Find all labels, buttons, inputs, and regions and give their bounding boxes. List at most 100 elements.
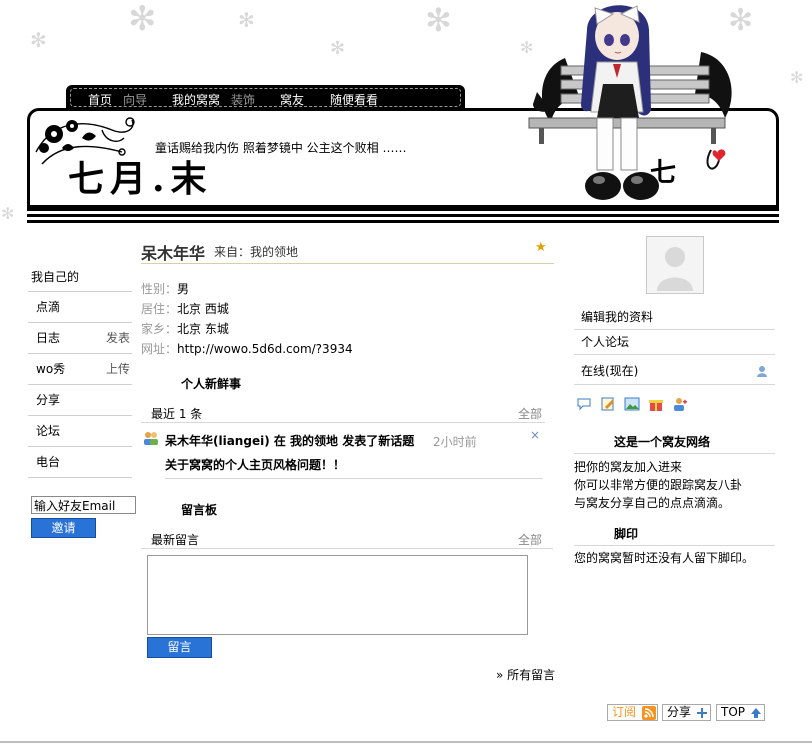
sidebar-item-label: 点滴	[36, 300, 61, 314]
sidebar-item-label: 日志	[36, 331, 61, 345]
nav-browse[interactable]: 随便看看	[330, 91, 378, 108]
subscribe-button[interactable]: 订阅	[607, 704, 658, 721]
back-to-top-button[interactable]: TOP	[716, 704, 765, 721]
plus-icon	[697, 708, 707, 718]
profile-residence-row: 居住：北京 西城	[141, 300, 229, 317]
profile-name: 呆木年华	[141, 244, 206, 263]
sidebar-item-label: 论坛	[36, 424, 61, 438]
nav-my-nest[interactable]: 我的窝窝	[172, 91, 220, 108]
feed-all-link[interactable]: 全部	[518, 405, 542, 422]
snowflake-icon: ✻	[425, 1, 452, 39]
profile-website-link[interactable]: http://wowo.5d6d.com/?3934	[177, 342, 353, 356]
comment-icon[interactable]	[576, 396, 592, 412]
subscribe-label: 订阅	[612, 705, 637, 719]
avatar[interactable]	[646, 236, 704, 294]
sidebar-item-blog[interactable]: 日志 发表	[28, 323, 132, 354]
info-value: 北京 东城	[177, 322, 229, 336]
sidebar-item-diandi[interactable]: 点滴	[28, 292, 132, 323]
edit-note-icon[interactable]	[600, 396, 616, 412]
share-button[interactable]: 分享	[662, 704, 711, 721]
info-label: 性别：	[141, 282, 178, 296]
snowflake-icon: ✻	[330, 38, 346, 59]
sidebar-title: 我自己的	[28, 262, 132, 292]
profile-website-row: 网址：http://wowo.5d6d.com/?3934	[141, 340, 353, 357]
banner-tag-letter: 七	[650, 158, 677, 188]
site-title: 七月.末	[68, 158, 213, 200]
online-status: 在线(现在)	[574, 358, 775, 385]
footprint-title: 脚印	[614, 527, 639, 541]
divider	[141, 263, 554, 264]
feed-item-text[interactable]: 呆木年华(liangei) 在 我的领地 发表了新话题	[165, 432, 414, 449]
profile-source[interactable]: 来自：我的领地	[214, 243, 298, 260]
nav-decorate[interactable]: 装饰	[231, 91, 255, 108]
top-label: TOP	[721, 705, 746, 719]
user-online-icon	[757, 366, 767, 377]
snowflake-icon: ✻	[128, 0, 157, 39]
arrow-up-icon	[751, 708, 761, 718]
invite-email-input[interactable]	[31, 496, 136, 514]
all-messages-link[interactable]: » 所有留言	[496, 666, 555, 683]
default-avatar-icon	[657, 247, 693, 291]
sidebar-item-radio[interactable]: 电台	[28, 447, 132, 478]
personal-forum-link[interactable]: 个人论坛	[574, 330, 775, 355]
photo-icon[interactable]	[624, 396, 640, 412]
user-add-icon[interactable]	[672, 396, 688, 412]
rss-icon	[642, 706, 656, 720]
sidebar: 我自己的 点滴 日志 发表 wo秀 上传 分享 论坛 电台	[28, 262, 132, 478]
guestbook-latest: 最新留言	[151, 533, 200, 547]
info-label: 居住：	[141, 302, 178, 316]
snowflake-icon: ✻	[790, 68, 804, 87]
top-nav: 首页 向导 我的窝窝 装饰 窝友 随便看看	[66, 85, 465, 110]
page-bottom-border	[0, 741, 812, 743]
info-label: 网址：	[141, 342, 178, 356]
feed-item-time: 2小时前	[433, 435, 477, 449]
snowflake-icon: ✻	[30, 28, 47, 52]
message-submit-button[interactable]: 留言	[147, 637, 212, 658]
divider	[574, 545, 775, 546]
header: ✻ ✻ ✻ ✻ ✻ ✻ ✻ ✻ ✻ 首页 向导 我的窝窝 装饰 窝友 随便看看	[0, 0, 812, 228]
blog-post-link[interactable]: 发表	[106, 323, 130, 353]
gift-icon[interactable]	[648, 396, 664, 412]
profile-hometown-row: 家乡：北京 东城	[141, 320, 229, 337]
share-label: 分享	[667, 705, 692, 719]
nav-friends[interactable]: 窝友	[280, 91, 304, 108]
divider	[141, 422, 545, 423]
sidebar-item-label: 分享	[36, 393, 61, 407]
feed-section-title: 个人新鲜事	[181, 377, 242, 391]
banner-stripe	[27, 214, 779, 217]
nav-home[interactable]: 首页	[88, 91, 112, 108]
quick-action-icons	[576, 396, 696, 416]
sidebar-item-woshow[interactable]: wo秀 上传	[28, 354, 132, 385]
sidebar-item-label: wo秀	[36, 362, 66, 376]
star-icon[interactable]: ★	[535, 240, 547, 255]
edit-profile-link[interactable]: 编辑我的资料	[574, 305, 775, 330]
sidebar-item-label: 电台	[36, 455, 61, 469]
nav-guide[interactable]: 向导	[123, 91, 147, 108]
feed-recent-count: 最近 1 条	[151, 407, 203, 421]
feed-item-topic[interactable]: 关于窝窝的个人主页风格问题！！	[165, 456, 345, 473]
info-value: 北京 西城	[177, 302, 229, 316]
users-icon	[144, 432, 158, 445]
info-value: 男	[177, 282, 190, 296]
info-label: 家乡：	[141, 322, 178, 336]
sidebar-item-share[interactable]: 分享	[28, 385, 132, 416]
guestbook-section-title: 留言板	[181, 503, 218, 517]
profile-gender-row: 性别：男	[141, 280, 189, 297]
woshow-upload-link[interactable]: 上传	[106, 354, 130, 384]
anime-girl-illustration	[528, 5, 732, 200]
network-text-line: 你可以非常方便的跟踪窝友八卦	[574, 478, 743, 492]
divider	[141, 548, 553, 549]
network-text-line: 把你的窝友加入进来	[574, 460, 683, 474]
snowflake-icon: ✻	[1, 204, 15, 223]
network-title: 这是一个窝友网络	[614, 435, 711, 449]
message-textarea[interactable]	[147, 555, 528, 635]
snowflake-icon: ✻	[238, 8, 255, 32]
feed-close-icon[interactable]: ×	[530, 428, 540, 442]
divider	[574, 453, 775, 454]
guestbook-all-link[interactable]: 全部	[518, 531, 542, 548]
invite-button[interactable]: 邀请	[31, 518, 96, 538]
divider	[165, 478, 543, 479]
sidebar-item-forum[interactable]: 论坛	[28, 416, 132, 447]
banner-stripe	[27, 220, 779, 223]
footprint-text: 您的窝窝暂时还没有人留下脚印。	[574, 551, 755, 565]
